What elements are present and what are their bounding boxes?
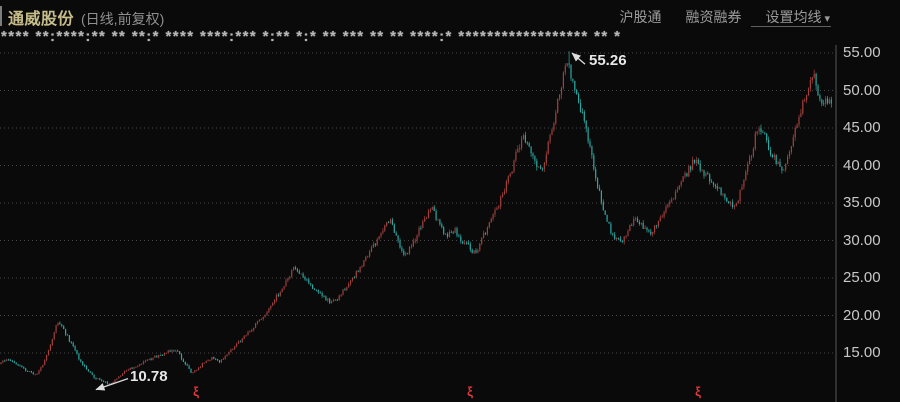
y-axis-label: 25.00 [843,269,897,287]
annotation-arrows [96,53,585,390]
low-price-annotation: 10.78 [130,368,168,385]
y-axis-label: 35.00 [843,194,897,212]
grid-lines [0,45,836,402]
candlestick-chart[interactable] [0,0,900,402]
high-price-annotation: 55.26 [589,52,627,69]
candles [0,51,832,385]
ex-dividend-marker-icon[interactable]: ξ [465,385,475,399]
y-axis-label: 45.00 [843,119,897,137]
y-axis-label: 40.00 [843,157,897,175]
ex-dividend-marker-icon[interactable]: ξ [693,385,703,399]
y-axis-label: 20.00 [843,307,897,325]
y-axis-label: 15.00 [843,344,897,362]
y-axis-label: 30.00 [843,232,897,250]
y-axis-label: 50.00 [843,82,897,100]
y-axis-label: 55.00 [843,44,897,62]
ex-dividend-marker-icon[interactable]: ξ [191,385,201,399]
stock-chart-app: 通威股份 (日线,前复权) 沪股通 融资融券 设置均线▾ **** **:***… [0,0,900,402]
